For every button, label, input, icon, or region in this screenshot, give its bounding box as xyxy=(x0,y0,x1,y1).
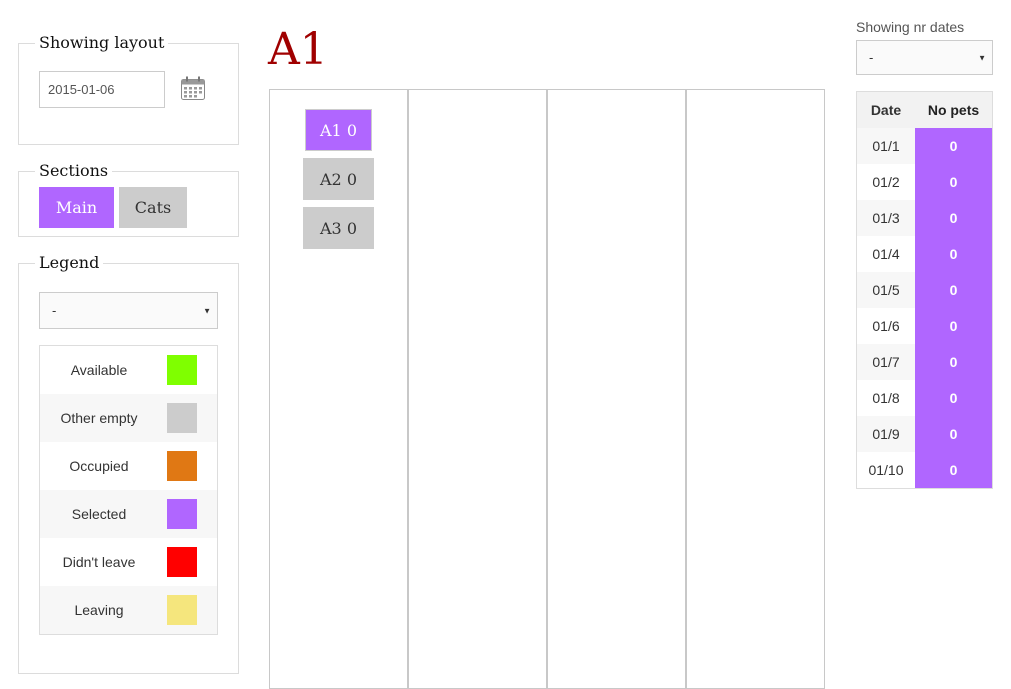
no-pets-cell: 0 xyxy=(915,128,992,164)
legend-list: Available Other empty Occupied Selected … xyxy=(39,345,218,635)
nr-dates-label: Showing nr dates xyxy=(856,19,965,35)
no-pets-cell: 0 xyxy=(915,272,992,308)
section-main-button[interactable]: Main xyxy=(39,187,114,228)
legend-item-didnt-leave: Didn't leave xyxy=(40,538,217,586)
legend-swatch-selected xyxy=(167,499,197,529)
no-pets-column-header: No pets xyxy=(927,102,980,118)
legend-select-value: - xyxy=(52,303,57,318)
legend-item-label: Selected xyxy=(71,506,127,522)
date-cell: 01/6 xyxy=(872,318,900,334)
table-row: 01/8 0 xyxy=(857,380,992,416)
pen-a3[interactable]: A3 0 xyxy=(303,207,374,249)
date-cell: 01/4 xyxy=(872,246,900,262)
table-row: 01/1 0 xyxy=(857,128,992,164)
caret-down-icon: ▼ xyxy=(203,306,211,315)
no-pets-cell: 0 xyxy=(915,236,992,272)
legend-item-label: Leaving xyxy=(74,602,124,618)
page-title: A1 xyxy=(268,24,328,75)
table-row: 01/7 0 xyxy=(857,344,992,380)
table-row: 01/5 0 xyxy=(857,272,992,308)
table-row: 01/2 0 xyxy=(857,164,992,200)
date-cell: 01/3 xyxy=(857,200,915,236)
date-cell: 01/5 xyxy=(857,272,915,308)
no-pets-cell: 0 xyxy=(915,344,992,380)
legend-swatch-occupied xyxy=(167,451,197,481)
dates-table-header: Date No pets xyxy=(857,92,992,128)
date-cell: 01/7 xyxy=(857,344,915,380)
grid-column xyxy=(548,90,687,688)
layout-date-input[interactable] xyxy=(39,71,165,108)
no-pets-cell: 0 xyxy=(915,452,992,488)
showing-layout-panel: Showing layout xyxy=(18,33,239,145)
pen-a1[interactable]: A1 0 xyxy=(305,109,372,151)
no-pets-cell: 0 xyxy=(915,416,992,452)
legend-swatch-other-empty xyxy=(167,403,197,433)
legend-item-label: Occupied xyxy=(69,458,129,474)
legend-item-selected: Selected xyxy=(40,490,217,538)
calendar-icon[interactable] xyxy=(180,75,206,101)
legend-item-available: Available xyxy=(40,346,217,394)
legend-item-leaving: Leaving xyxy=(40,586,217,634)
table-row: 01/10 0 xyxy=(857,452,992,488)
dates-table-body: 01/1 0 01/2 0 01/3 0 01/4 0 01/5 0 01/6 0 01/7… xyxy=(857,128,992,488)
legend-item-label: Didn't leave xyxy=(62,554,136,570)
legend-item-label: Other empty xyxy=(60,410,138,426)
legend-title: Legend xyxy=(35,253,104,273)
nr-dates-select[interactable]: - ▼ xyxy=(856,40,993,75)
legend-panel: Legend - ▼ Available Other empty Occupie… xyxy=(18,253,239,674)
section-cats-button[interactable]: Cats xyxy=(119,187,187,228)
date-cell: 01/10 xyxy=(868,462,904,478)
date-column-header: Date xyxy=(870,102,902,118)
dates-table: Date No pets 01/1 0 01/2 0 01/3 0 01/4 0 01/… xyxy=(856,91,993,489)
legend-item-label: Available xyxy=(70,362,128,378)
no-pets-cell: 0 xyxy=(915,164,992,200)
table-row: 01/4 0 xyxy=(857,236,992,272)
date-cell: 01/1 xyxy=(857,128,915,164)
no-pets-cell: 0 xyxy=(915,308,992,344)
caret-down-icon: ▼ xyxy=(978,53,986,62)
date-cell: 01/8 xyxy=(872,390,900,406)
table-row: 01/9 0 xyxy=(857,416,992,452)
legend-swatch-available xyxy=(167,355,197,385)
legend-item-other-empty: Other empty xyxy=(40,394,217,442)
pen-grid: A1 0 A2 0 A3 0 xyxy=(269,89,825,689)
pen-a2[interactable]: A2 0 xyxy=(303,158,374,200)
legend-select[interactable]: - ▼ xyxy=(39,292,218,329)
no-pets-cell: 0 xyxy=(915,380,992,416)
table-row: 01/6 0 xyxy=(857,308,992,344)
legend-swatch-leaving xyxy=(167,595,197,625)
date-cell: 01/9 xyxy=(857,416,915,452)
legend-item-occupied: Occupied xyxy=(40,442,217,490)
grid-column xyxy=(409,90,548,688)
no-pets-cell: 0 xyxy=(915,200,992,236)
showing-layout-title: Showing layout xyxy=(35,33,169,53)
sections-panel: Sections Main Cats xyxy=(18,161,239,237)
sections-title: Sections xyxy=(35,161,113,181)
nr-dates-select-value: - xyxy=(869,50,874,65)
legend-swatch-didnt-leave xyxy=(167,547,197,577)
date-cell: 01/2 xyxy=(872,174,900,190)
table-row: 01/3 0 xyxy=(857,200,992,236)
